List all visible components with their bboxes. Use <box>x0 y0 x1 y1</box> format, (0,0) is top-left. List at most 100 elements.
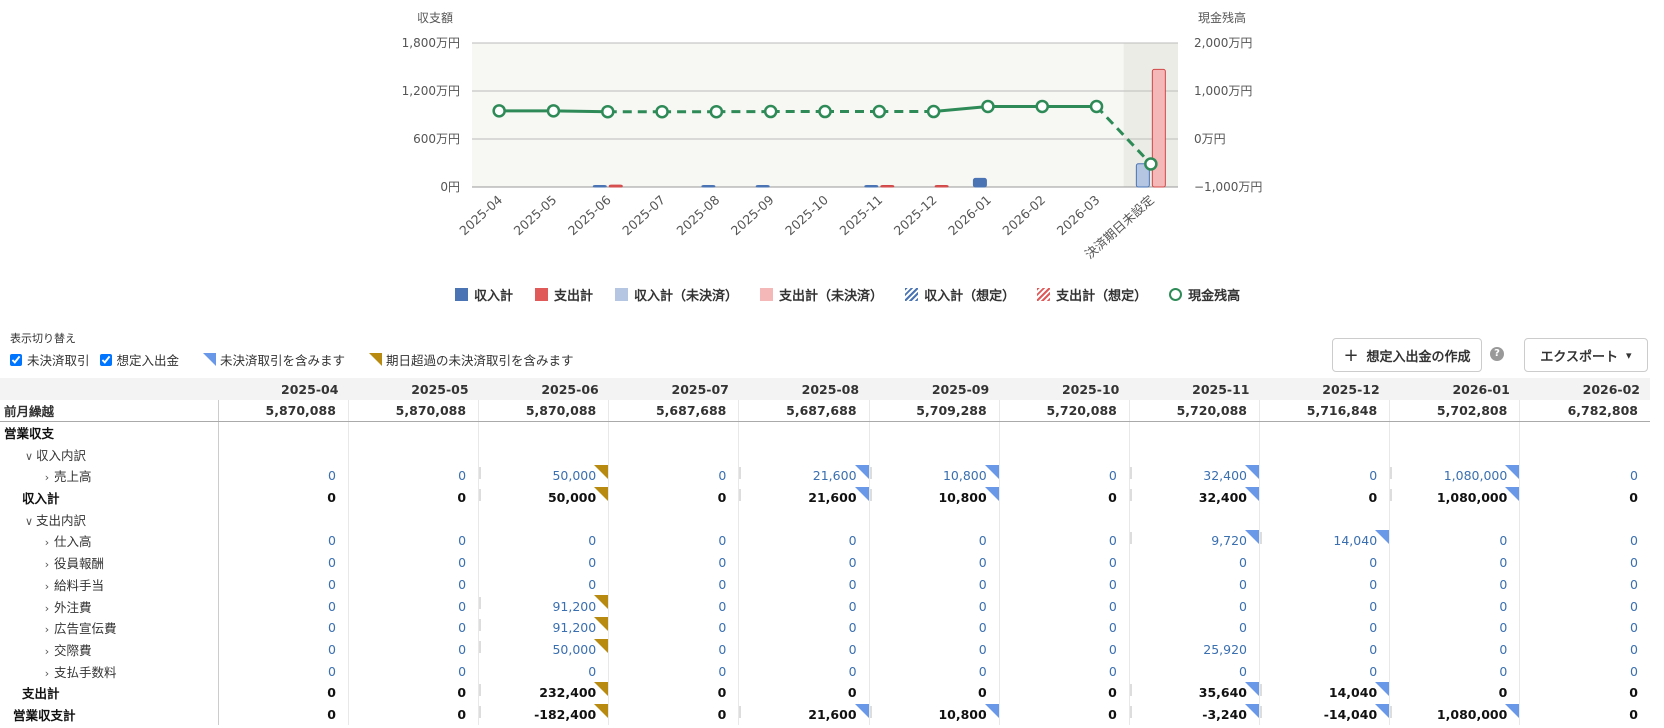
table-cell[interactable]: 0 <box>1258 551 1390 574</box>
chevron-right-icon[interactable]: › <box>40 602 54 615</box>
chevron-down-icon[interactable]: ∨ <box>22 515 36 528</box>
legend-item[interactable]: 支出計 <box>535 285 593 304</box>
table-cell[interactable]: 0 <box>1258 573 1390 596</box>
table-cell[interactable]: 0 <box>347 465 479 487</box>
table-cell[interactable]: 0 <box>998 551 1130 574</box>
table-cell[interactable]: 0 <box>738 530 870 552</box>
table-cell[interactable]: 0 <box>478 660 609 682</box>
table-cell[interactable]: 0 <box>608 638 739 661</box>
table-cell[interactable]: 0 <box>738 660 870 682</box>
table-cell[interactable]: 0 <box>1128 573 1260 596</box>
planned-checkbox[interactable] <box>99 353 112 366</box>
table-cell[interactable]: 0 <box>868 530 1000 552</box>
table-cell[interactable]: 0 <box>868 660 1000 682</box>
table-cell[interactable]: 0 <box>868 551 1000 574</box>
table-cell[interactable]: 0 <box>998 465 1130 487</box>
table-cell[interactable]: 0 <box>1389 595 1520 617</box>
chevron-right-icon[interactable]: › <box>40 471 54 484</box>
row-label-cell[interactable]: ∨ 支出内訳 <box>0 508 219 531</box>
table-cell[interactable]: 14,040 <box>1258 530 1390 552</box>
table-cell[interactable]: 0 <box>1389 638 1520 661</box>
legend-item[interactable]: 収入計 <box>455 285 513 304</box>
row-label-cell[interactable]: › 売上高 <box>0 465 219 487</box>
table-cell[interactable]: 0 <box>347 595 479 617</box>
table-cell[interactable]: 0 <box>1128 616 1260 639</box>
table-row[interactable]: ∨ 収入内訳 <box>0 443 1650 466</box>
table-cell[interactable]: 0 <box>998 616 1130 639</box>
table-cell[interactable]: 0 <box>1258 660 1390 682</box>
row-label-cell[interactable]: › 広告宣伝費 <box>0 616 219 639</box>
table-cell[interactable]: 0 <box>217 638 349 661</box>
table-cell[interactable]: 0 <box>347 638 479 661</box>
chevron-right-icon[interactable]: › <box>40 536 54 549</box>
table-row[interactable]: › 外注費 0 0 91,200 0 0 0 0 0 0 0 0 <box>0 595 1650 617</box>
table-cell[interactable]: 25,920 <box>1128 638 1260 661</box>
row-label-cell[interactable]: › 交際費 <box>0 638 219 661</box>
table-cell[interactable]: 0 <box>217 660 349 682</box>
table-cell[interactable]: 0 <box>478 573 609 596</box>
table-cell[interactable]: 0 <box>1519 465 1650 487</box>
table-cell[interactable]: 9,720 <box>1128 530 1260 552</box>
export-button[interactable]: エクスポート ▾ <box>1524 338 1648 372</box>
table-cell[interactable]: 0 <box>608 660 739 682</box>
row-label-cell[interactable]: › 役員報酬 <box>0 551 219 574</box>
legend-item[interactable]: 支出計（未決済） <box>760 285 883 304</box>
table-cell[interactable]: 0 <box>998 660 1130 682</box>
table-cell[interactable]: 0 <box>1389 530 1520 552</box>
table-row[interactable]: › 役員報酬 0 0 0 0 0 0 0 0 0 0 0 <box>0 551 1650 574</box>
table-row[interactable]: ∨ 支出内訳 <box>0 508 1650 531</box>
table-cell[interactable]: 0 <box>1389 660 1520 682</box>
table-cell[interactable]: 0 <box>217 465 349 487</box>
table-cell[interactable]: 0 <box>347 616 479 639</box>
table-cell[interactable]: 0 <box>1258 638 1390 661</box>
row-label-cell[interactable]: › 外注費 <box>0 595 219 617</box>
table-cell[interactable]: 0 <box>347 573 479 596</box>
table-row[interactable]: › 広告宣伝費 0 0 91,200 0 0 0 0 0 0 0 0 <box>0 616 1650 639</box>
table-cell[interactable]: 0 <box>478 551 609 574</box>
table-row[interactable]: › 仕入高 0 0 0 0 0 0 0 9,720 14,040 0 0 <box>0 530 1650 552</box>
create-planned-button[interactable]: + 想定入出金の作成 <box>1332 338 1482 372</box>
table-cell[interactable]: 0 <box>998 573 1130 596</box>
table-cell[interactable]: 0 <box>1519 660 1650 682</box>
table-cell[interactable]: 0 <box>347 551 479 574</box>
table-cell[interactable]: 0 <box>608 551 739 574</box>
table-cell[interactable]: 0 <box>1519 616 1650 639</box>
table-cell[interactable]: 0 <box>1258 595 1390 617</box>
table-cell[interactable]: 0 <box>1389 616 1520 639</box>
chevron-right-icon[interactable]: › <box>40 667 54 680</box>
table-cell[interactable]: 0 <box>868 616 1000 639</box>
legend-item[interactable]: 収入計（未決済） <box>615 285 738 304</box>
chevron-down-icon[interactable]: ∨ <box>22 450 36 463</box>
help-icon[interactable]: ? <box>1490 347 1504 361</box>
table-cell[interactable]: 0 <box>1389 551 1520 574</box>
table-cell[interactable]: 50,000 <box>478 465 609 487</box>
table-row[interactable]: › 給料手当 0 0 0 0 0 0 0 0 0 0 0 <box>0 573 1650 596</box>
table-cell[interactable]: 0 <box>608 595 739 617</box>
table-row[interactable]: › 売上高 0 0 50,000 0 21,600 10,800 0 32,400 0 1,080,0… <box>0 465 1650 487</box>
table-cell[interactable]: 0 <box>738 551 870 574</box>
table-cell[interactable]: 0 <box>608 573 739 596</box>
table-cell[interactable]: 0 <box>217 551 349 574</box>
table-cell[interactable]: 0 <box>347 530 479 552</box>
table-cell[interactable]: 0 <box>738 638 870 661</box>
table-cell[interactable]: 0 <box>217 573 349 596</box>
unsettled-checkbox-label[interactable]: 未決済取引 <box>10 350 90 369</box>
table-cell[interactable]: 50,000 <box>478 638 609 661</box>
table-cell[interactable]: 0 <box>868 638 1000 661</box>
chevron-right-icon[interactable]: › <box>40 558 54 571</box>
table-cell[interactable]: 0 <box>608 616 739 639</box>
table-cell[interactable]: 0 <box>998 638 1130 661</box>
table-cell[interactable]: 1,080,000 <box>1389 465 1520 487</box>
table-cell[interactable]: 0 <box>1258 616 1390 639</box>
table-cell[interactable]: 0 <box>1519 638 1650 661</box>
legend-item[interactable]: 現金残高 <box>1169 285 1240 304</box>
table-cell[interactable]: 0 <box>1128 595 1260 617</box>
table-cell[interactable]: 0 <box>738 595 870 617</box>
chevron-right-icon[interactable]: › <box>40 623 54 636</box>
table-cell[interactable]: 0 <box>347 660 479 682</box>
row-label-cell[interactable]: ∨ 収入内訳 <box>0 443 219 466</box>
table-cell[interactable]: 10,800 <box>868 465 1000 487</box>
row-label-cell[interactable]: › 給料手当 <box>0 573 219 596</box>
table-cell[interactable]: 91,200 <box>478 616 609 639</box>
table-cell[interactable]: 0 <box>1258 465 1390 487</box>
